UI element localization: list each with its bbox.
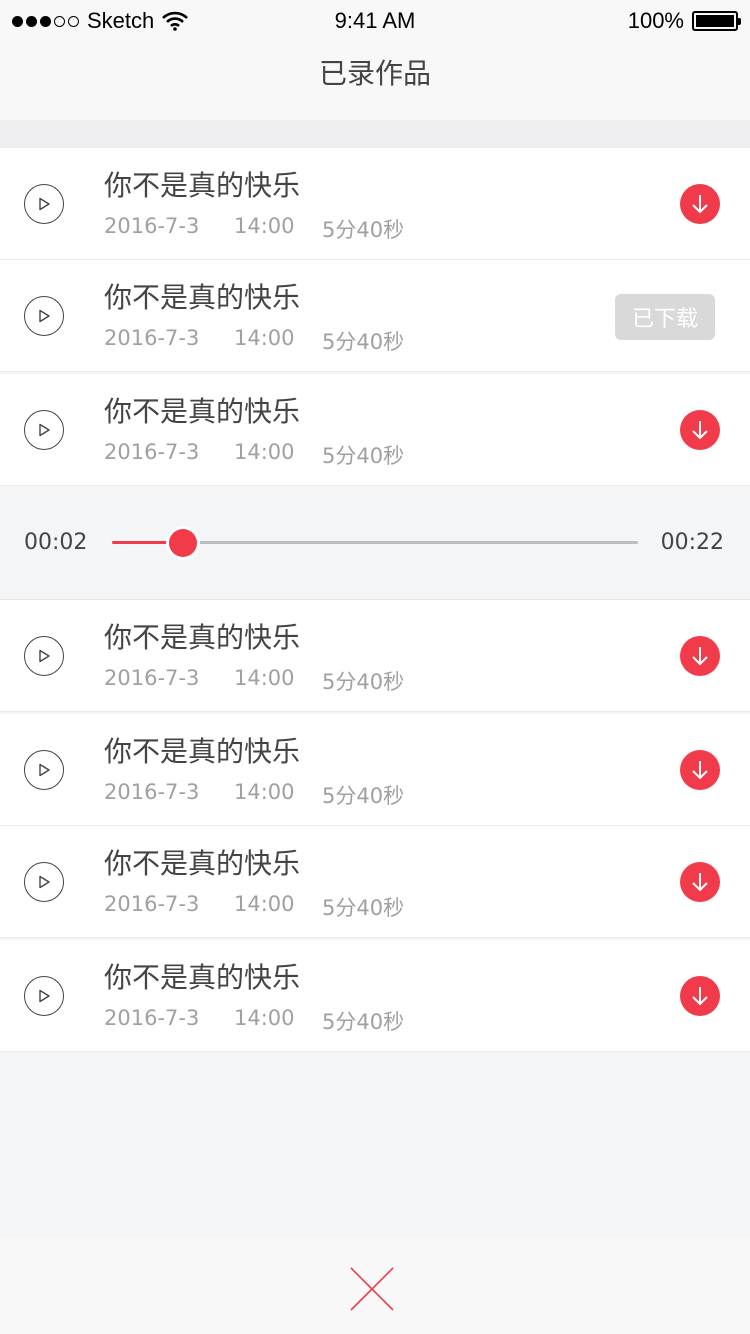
recording-meta: 2016-7-3 14:00 5分40秒 xyxy=(104,892,404,922)
recording-date: 2016-7-3 xyxy=(104,214,200,238)
battery-icon xyxy=(692,11,741,31)
list-item[interactable]: 你不是真的快乐 2016-7-3 14:00 5分40秒 已下载 xyxy=(0,260,750,372)
recording-title: 你不是真的快乐 xyxy=(104,395,301,428)
recording-meta: 2016-7-3 14:00 5分40秒 xyxy=(104,780,404,810)
download-button[interactable] xyxy=(680,862,720,902)
play-icon xyxy=(39,309,50,323)
download-button[interactable] xyxy=(680,636,720,676)
recording-date: 2016-7-3 xyxy=(104,780,200,804)
page-title: 已录作品 xyxy=(318,57,431,90)
recording-time: 14:00 xyxy=(234,326,295,350)
audio-player: 00:02 00:22 xyxy=(0,486,750,600)
total-time: 00:22 xyxy=(660,530,724,555)
bottom-bar xyxy=(0,1238,750,1334)
progress-track[interactable] xyxy=(112,529,638,557)
recording-time: 14:00 xyxy=(234,1006,295,1030)
recording-duration: 5分40秒 xyxy=(322,330,405,354)
play-icon xyxy=(39,875,50,889)
downloaded-badge: 已下载 xyxy=(615,294,715,340)
recording-time: 14:00 xyxy=(234,440,295,464)
download-arrow-icon xyxy=(692,873,708,892)
recording-meta: 2016-7-3 14:00 5分40秒 xyxy=(104,214,404,244)
download-arrow-icon xyxy=(692,421,708,440)
play-icon xyxy=(39,197,50,211)
recording-date: 2016-7-3 xyxy=(104,666,200,690)
download-button[interactable] xyxy=(680,976,720,1016)
recording-title: 你不是真的快乐 xyxy=(104,621,301,654)
download-arrow-icon xyxy=(692,195,708,214)
recording-date: 2016-7-3 xyxy=(104,326,200,350)
play-button[interactable] xyxy=(24,750,64,790)
download-arrow-icon xyxy=(692,987,708,1006)
list-item[interactable]: 你不是真的快乐 2016-7-3 14:00 5分40秒 xyxy=(0,940,750,1052)
battery-percent: 100% xyxy=(627,8,684,33)
recording-title: 你不是真的快乐 xyxy=(104,169,301,202)
recording-duration: 5分40秒 xyxy=(322,218,405,242)
play-button[interactable] xyxy=(24,410,64,450)
recording-title: 你不是真的快乐 xyxy=(104,847,301,880)
recording-meta: 2016-7-3 14:00 5分40秒 xyxy=(104,1006,404,1036)
list-item[interactable]: 你不是真的快乐 2016-7-3 14:00 5分40秒 xyxy=(0,826,750,938)
recording-time: 14:00 xyxy=(234,892,295,916)
download-button[interactable] xyxy=(680,410,720,450)
recording-meta: 2016-7-3 14:00 5分40秒 xyxy=(104,326,404,356)
progress-thumb[interactable] xyxy=(169,529,197,557)
list-item[interactable]: 你不是真的快乐 2016-7-3 14:00 5分40秒 xyxy=(0,148,750,260)
recording-date: 2016-7-3 xyxy=(104,1006,200,1030)
play-button[interactable] xyxy=(24,184,64,224)
recording-time: 14:00 xyxy=(234,214,295,238)
play-icon xyxy=(39,989,50,1003)
download-button[interactable] xyxy=(680,750,720,790)
list-item[interactable]: 你不是真的快乐 2016-7-3 14:00 5分40秒 xyxy=(0,600,750,712)
list-item[interactable]: 你不是真的快乐 2016-7-3 14:00 5分40秒 xyxy=(0,374,750,486)
play-button[interactable] xyxy=(24,296,64,336)
status-bar: Sketch 9:41 AM 100% xyxy=(0,0,750,40)
recording-date: 2016-7-3 xyxy=(104,892,200,916)
header: Sketch 9:41 AM 100% 已录作品 xyxy=(0,0,750,120)
play-icon xyxy=(39,423,50,437)
play-button[interactable] xyxy=(24,636,64,676)
status-right: 100% xyxy=(627,8,741,34)
play-icon xyxy=(39,763,50,777)
recording-title: 你不是真的快乐 xyxy=(104,961,301,994)
screen: Sketch 9:41 AM 100% 已录作品 你不是真的快乐 2016-7-… xyxy=(0,0,750,1334)
close-x-icon[interactable] xyxy=(349,1266,395,1312)
recording-duration: 5分40秒 xyxy=(322,444,405,468)
recording-date: 2016-7-3 xyxy=(104,440,200,464)
recording-time: 14:00 xyxy=(234,780,295,804)
recording-duration: 5分40秒 xyxy=(322,896,405,920)
play-button[interactable] xyxy=(24,862,64,902)
current-time: 00:02 xyxy=(24,530,88,555)
recording-duration: 5分40秒 xyxy=(322,670,405,694)
play-button[interactable] xyxy=(24,976,64,1016)
download-arrow-icon xyxy=(692,761,708,780)
recording-duration: 5分40秒 xyxy=(322,784,405,808)
download-button[interactable] xyxy=(680,184,720,224)
recording-meta: 2016-7-3 14:00 5分40秒 xyxy=(104,440,404,470)
recording-title: 你不是真的快乐 xyxy=(104,735,301,768)
recording-title: 你不是真的快乐 xyxy=(104,281,301,314)
section-divider xyxy=(0,120,750,148)
download-arrow-icon xyxy=(692,647,708,666)
recording-meta: 2016-7-3 14:00 5分40秒 xyxy=(104,666,404,696)
list-item[interactable]: 你不是真的快乐 2016-7-3 14:00 5分40秒 xyxy=(0,714,750,826)
play-icon xyxy=(39,649,50,663)
recording-duration: 5分40秒 xyxy=(322,1010,405,1034)
recording-time: 14:00 xyxy=(234,666,295,690)
